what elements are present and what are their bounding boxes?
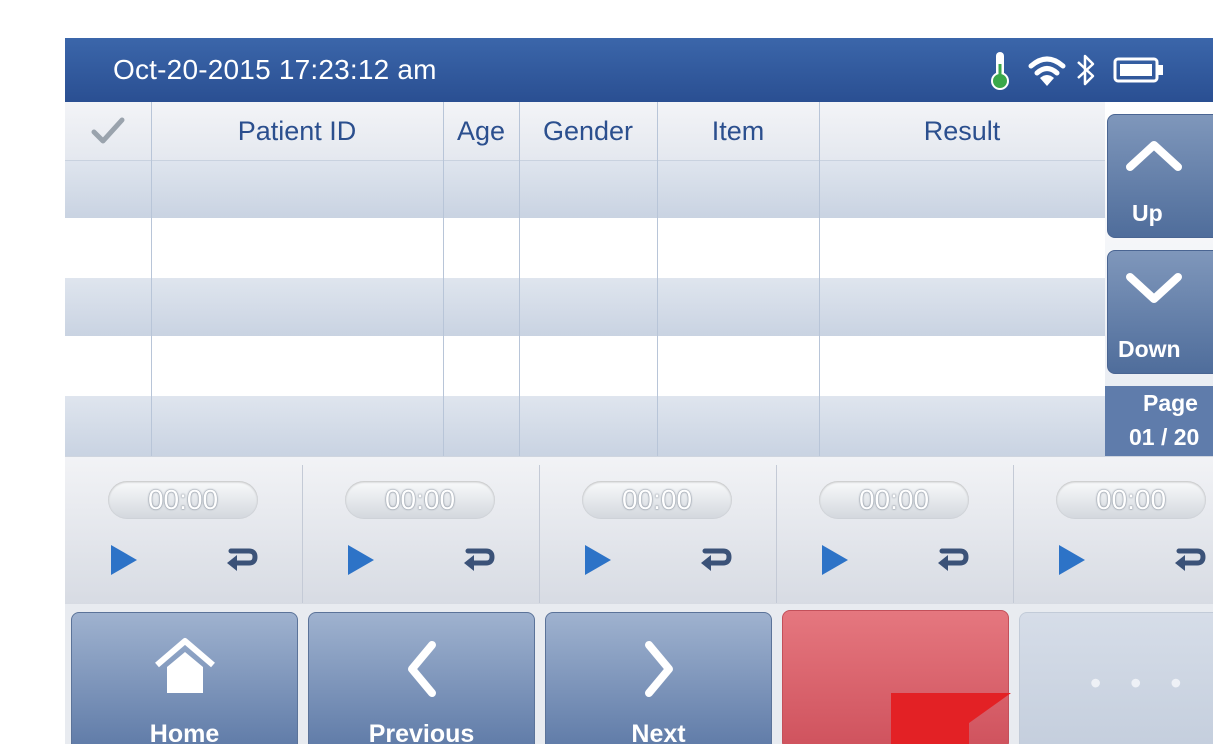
column-header-age[interactable]: Age — [443, 102, 519, 160]
column-divider — [819, 102, 820, 456]
previous-label: Previous — [368, 720, 475, 744]
table-row[interactable] — [65, 278, 1105, 336]
play-icon[interactable] — [820, 543, 850, 577]
chevron-up-icon — [1126, 141, 1182, 171]
down-button[interactable]: Down — [1107, 250, 1213, 374]
column-header-item[interactable]: Item — [657, 102, 819, 160]
timer-display: 00:00 — [345, 481, 495, 519]
up-label: Up — [1132, 200, 1163, 226]
play-icon[interactable] — [109, 543, 139, 577]
up-button[interactable]: Up — [1107, 114, 1213, 238]
patient-table: Patient ID Age Gender Item Result — [65, 102, 1105, 456]
thermometer-icon — [991, 52, 1009, 90]
table-row[interactable] — [65, 218, 1105, 278]
chevron-down-icon — [1126, 273, 1182, 303]
bottom-toolbar: Home Previous Next • • • — [65, 604, 1213, 744]
page-indicator: Page 01 / 20 — [1105, 386, 1213, 456]
flag-icon — [891, 693, 1011, 744]
reset-icon[interactable] — [1171, 543, 1207, 577]
home-label: Home — [149, 720, 220, 744]
home-icon — [154, 638, 215, 693]
next-label: Next — [631, 720, 686, 744]
reset-icon[interactable] — [223, 543, 259, 577]
column-header-result[interactable]: Result — [819, 102, 1105, 160]
column-divider — [657, 102, 658, 456]
stop-button[interactable] — [782, 610, 1011, 744]
play-icon[interactable] — [346, 543, 376, 577]
timer-slot: 00:00 — [65, 457, 302, 605]
column-header-patient-id[interactable]: Patient ID — [151, 102, 443, 160]
table-row[interactable] — [65, 396, 1105, 456]
column-divider — [519, 102, 520, 456]
timer-strip: 00:00 00:00 00:00 00:00 00:00 — [65, 456, 1213, 605]
page-label: Page — [1143, 390, 1198, 416]
play-icon[interactable] — [1057, 543, 1087, 577]
device-screen: Oct-20-2015 17:23:12 am Patient ID Age G… — [65, 38, 1213, 744]
battery-icon — [1113, 57, 1163, 83]
next-button[interactable]: Next — [545, 612, 772, 744]
checkmark-icon — [91, 117, 125, 144]
chevron-right-icon — [644, 641, 673, 697]
table-row[interactable] — [65, 336, 1105, 396]
reset-icon[interactable] — [697, 543, 733, 577]
status-bar: Oct-20-2015 17:23:12 am — [65, 38, 1213, 102]
wifi-icon — [1028, 56, 1066, 86]
home-button[interactable]: Home — [71, 612, 298, 744]
column-header-gender[interactable]: Gender — [519, 102, 657, 160]
more-button[interactable]: • • • — [1019, 612, 1213, 744]
select-all-checkbox[interactable] — [65, 102, 151, 160]
column-divider — [151, 102, 152, 456]
timer-slot: 00:00 — [1013, 457, 1213, 605]
down-label: Down — [1118, 336, 1181, 362]
more-dots: • • • — [1090, 665, 1192, 701]
reset-icon[interactable] — [934, 543, 970, 577]
bluetooth-icon — [1077, 54, 1095, 86]
timer-slot: 00:00 — [776, 457, 1013, 605]
previous-button[interactable]: Previous — [308, 612, 535, 744]
timer-display: 00:00 — [108, 481, 258, 519]
timer-display: 00:00 — [582, 481, 732, 519]
chevron-left-icon — [407, 641, 436, 697]
column-divider — [443, 102, 444, 456]
timer-slot: 00:00 — [539, 457, 776, 605]
reset-icon[interactable] — [460, 543, 496, 577]
timer-display: 00:00 — [1056, 481, 1206, 519]
timer-display: 00:00 — [819, 481, 969, 519]
table-header: Patient ID Age Gender Item Result — [65, 102, 1105, 161]
timer-slot: 00:00 — [302, 457, 539, 605]
pager-column: Up Down Page 01 / 20 — [1105, 102, 1213, 456]
table-row[interactable] — [65, 160, 1105, 218]
datetime: Oct-20-2015 17:23:12 am — [113, 54, 437, 85]
play-icon[interactable] — [583, 543, 613, 577]
page-value: 01 / 20 — [1129, 424, 1200, 450]
